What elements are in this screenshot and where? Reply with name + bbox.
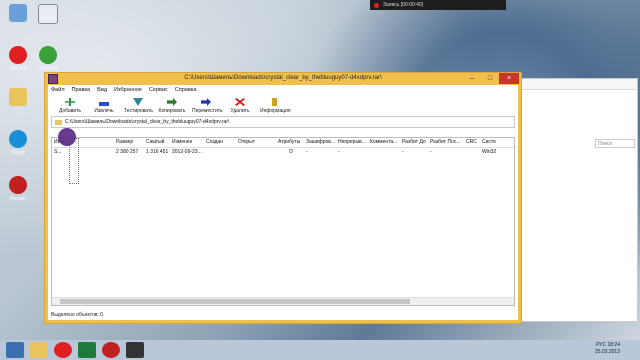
menu-help[interactable]: Справка <box>175 87 197 93</box>
taskbar: РУС 18:24 25.03.2013 <box>0 340 640 360</box>
explorer-taskbar-icon[interactable] <box>30 342 48 358</box>
minimize-button[interactable]: – <box>465 73 479 84</box>
cell-created <box>204 148 236 157</box>
cell-attributes: D <box>289 149 293 155</box>
recam-icon <box>9 176 27 194</box>
add-button[interactable]: Добавить <box>56 98 84 114</box>
recording-bar[interactable]: Запись [00:00:40] <box>370 0 506 10</box>
col-crc[interactable]: CRC <box>464 138 480 147</box>
address-bar[interactable]: C:\Users\Шамиль\Downloads\crystal_clear_… <box>51 116 515 128</box>
clock-date: 25.03.2013 <box>594 349 620 355</box>
delete-button[interactable]: Удалить <box>226 98 254 114</box>
excel-taskbar-icon[interactable] <box>78 342 96 358</box>
cell-crc <box>464 148 480 157</box>
info-icon <box>271 98 277 106</box>
cell-host-os: Win32 <box>482 149 497 155</box>
close-button[interactable]: × <box>499 73 519 84</box>
desktop-icon-utorrent[interactable]: uTorrent <box>34 46 62 72</box>
cell-encrypted: - <box>306 149 308 155</box>
test-icon <box>133 98 143 106</box>
start-button[interactable] <box>6 342 24 358</box>
menu-file[interactable]: Файл <box>51 87 65 93</box>
col-accessed[interactable]: Открыт <box>236 138 276 147</box>
col-encrypted[interactable]: Зашифров... <box>304 138 336 147</box>
yandex-icon <box>9 46 27 64</box>
col-comment[interactable]: Коммента... <box>368 138 400 147</box>
add-icon <box>65 98 75 106</box>
menu-favorites[interactable]: Избранное <box>114 87 142 93</box>
scrollbar-thumb[interactable] <box>60 299 410 304</box>
archive-window[interactable]: C:\Users\Шамиль\Downloads\crystal_clear_… <box>44 72 522 324</box>
copy-icon <box>167 98 177 106</box>
recycle-bin-icon <box>9 4 27 22</box>
move-icon <box>201 98 211 106</box>
delete-icon <box>235 98 245 106</box>
col-modified[interactable]: Изменен <box>170 138 204 147</box>
extract-button[interactable]: Извлечь <box>90 100 118 114</box>
titlebar[interactable]: C:\Users\Шамиль\Downloads\crystal_clear_… <box>45 73 521 85</box>
system-tray-clock[interactable]: РУС 18:24 25.03.2013 <box>595 342 620 356</box>
cell-comment <box>368 148 400 157</box>
col-attributes[interactable]: Атрибуты <box>276 138 304 147</box>
column-headers: Имя Размер Сжатый Изменен Создан Открыт … <box>52 138 514 148</box>
desktop-icon-skype[interactable]: Skype <box>4 130 32 156</box>
address-path: C:\Users\Шамиль\Downloads\crystal_clear_… <box>65 119 230 125</box>
toolbar: Добавить Извлечь Тестировать Копировать … <box>48 94 518 114</box>
move-button[interactable]: Переместить <box>192 98 223 114</box>
skype-icon <box>9 130 27 148</box>
desktop-icon-1[interactable] <box>4 4 32 24</box>
cell-split-before: - <box>402 149 404 155</box>
window-body: Файл Правка Вид Избранное Сервис Справка… <box>48 85 518 320</box>
col-split-after[interactable]: Разбит Пос... <box>428 138 464 147</box>
desktop-icon-recam[interactable]: Recam <box>4 176 32 202</box>
background-explorer-window[interactable]: Поиск <box>520 78 638 322</box>
recam-taskbar-icon[interactable] <box>102 342 120 358</box>
cell-size: 2 380 257 <box>116 149 139 155</box>
folder-icon <box>55 119 62 125</box>
search-input[interactable]: Поиск <box>595 139 635 148</box>
copy-button[interactable]: Копировать <box>158 98 186 114</box>
status-bar: Выделено объектов: 0 <box>51 312 103 318</box>
table-row[interactable]: S... 2 380 257 1 316 451 2012-09-23... D… <box>52 148 514 157</box>
col-packed[interactable]: Сжатый <box>144 138 170 147</box>
menubar: Файл Правка Вид Избранное Сервис Справка <box>48 85 518 94</box>
extract-icon <box>99 102 109 106</box>
col-solid[interactable]: Непрерыв... <box>336 138 368 147</box>
horizontal-scrollbar[interactable] <box>52 297 514 305</box>
cell-accessed <box>236 148 276 157</box>
cell-name: S... <box>54 149 62 155</box>
background-window-titlebar <box>521 79 637 90</box>
cell-solid: - <box>338 149 340 155</box>
menu-tools[interactable]: Сервис <box>149 87 168 93</box>
file-list[interactable]: Имя Размер Сжатый Изменен Создан Открыт … <box>51 137 515 306</box>
desktop-icon-2[interactable] <box>34 4 62 26</box>
col-created[interactable]: Создан <box>204 138 236 147</box>
yandex-taskbar-icon[interactable] <box>54 342 72 358</box>
folder-icon <box>9 88 27 106</box>
cell-modified: 2012-09-23... <box>172 149 202 155</box>
clock-time: 18:24 <box>607 342 620 348</box>
record-icon <box>374 2 379 8</box>
cell-packed: 1 316 451 <box>146 149 169 155</box>
maximize-button[interactable]: □ <box>483 73 497 84</box>
col-split-before[interactable]: Разбит До <box>400 138 428 147</box>
col-size[interactable]: Размер <box>114 138 144 147</box>
utorrent-icon <box>39 46 57 64</box>
archiver-taskbar-icon[interactable] <box>126 342 144 358</box>
col-host-os[interactable]: Систе <box>480 138 500 147</box>
info-button[interactable]: Информация <box>260 98 291 114</box>
menu-view[interactable]: Вид <box>97 87 107 93</box>
cell-split-after: - <box>430 149 432 155</box>
menu-edit[interactable]: Правка <box>72 87 91 93</box>
window-title: C:\Users\Шамиль\Downloads\crystal_clear_… <box>184 75 382 81</box>
language-indicator[interactable]: РУС <box>596 342 606 348</box>
desktop-icon-yandex[interactable]: Yandex <box>4 46 32 72</box>
computer-icon <box>38 4 58 24</box>
test-button[interactable]: Тестировать <box>124 98 153 114</box>
desktop-icon-folder[interactable] <box>4 88 32 108</box>
cursor-highlight <box>58 128 76 146</box>
